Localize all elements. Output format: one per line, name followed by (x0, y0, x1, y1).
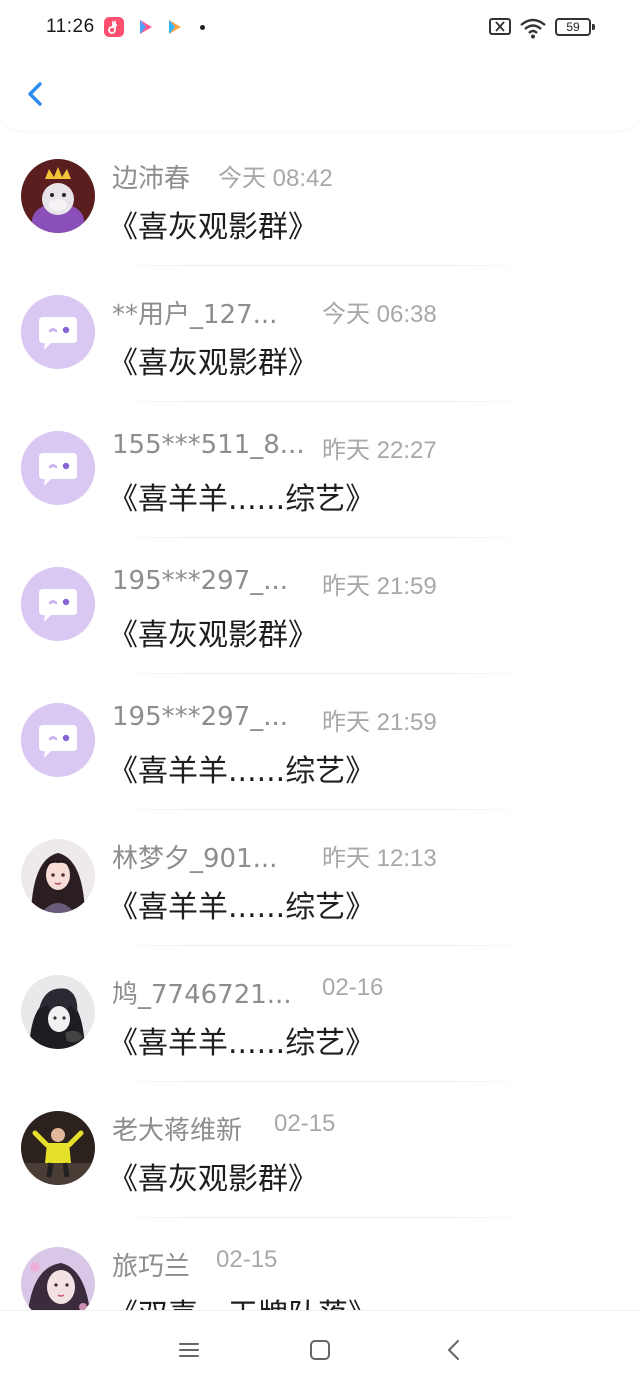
list-item[interactable]: 鸠_7746721... 02-16 《喜羊羊......综艺》 (0, 946, 640, 1082)
default-chat-avatar (21, 703, 95, 777)
message-preview: 《喜灰观影群》 (108, 210, 318, 245)
battery-tip (592, 24, 595, 30)
sender-name: 老大蒋维新 (112, 1116, 243, 1146)
home-button[interactable] (307, 1337, 333, 1363)
default-chat-avatar (21, 295, 95, 369)
photo-girl-avatar (21, 1247, 95, 1310)
message-time: 02-15 (216, 1246, 278, 1273)
message-preview: 《喜羊羊......综艺》 (108, 890, 376, 925)
play-icon (135, 17, 155, 37)
sender-name: 鸠_7746721... (112, 980, 292, 1010)
message-preview: 《喜羊羊......综艺》 (108, 482, 376, 517)
message-time: 昨天 21:59 (322, 709, 437, 736)
system-nav-bar (0, 1310, 640, 1387)
default-chat-avatar (21, 431, 95, 505)
douyin-icon (104, 17, 124, 37)
menu-button[interactable] (176, 1337, 202, 1363)
sender-name: 195***297_... (112, 566, 289, 596)
list-item[interactable]: 边沛春 今天 08:42 《喜灰观影群》 (0, 130, 640, 266)
menu-icon (179, 1343, 199, 1357)
play-icon (164, 17, 184, 37)
message-time: 昨天 12:13 (322, 845, 437, 872)
list-item[interactable]: 老大蒋维新 02-15 《喜灰观影群》 (0, 1082, 640, 1218)
home-square-icon (310, 1340, 330, 1360)
notification-dot (200, 25, 205, 30)
message-time: 昨天 22:27 (322, 437, 437, 464)
sender-name: 边沛春 (112, 164, 191, 194)
message-preview: 《喜羊羊......综艺》 (108, 1026, 376, 1061)
default-chat-avatar (21, 567, 95, 641)
chevron-left-icon (28, 82, 42, 106)
message-preview: 《喜羊羊......综艺》 (108, 754, 376, 789)
sender-name: 155***511_8... (112, 430, 305, 460)
status-bar: 11:26 59 (0, 0, 640, 56)
wifi-icon (519, 17, 547, 39)
back-triangle-icon (448, 1340, 459, 1360)
message-time: 02-15 (274, 1110, 336, 1137)
message-time: 02-16 (322, 974, 384, 1001)
anime-boy-avatar (21, 975, 95, 1049)
battery-indicator: 59 (555, 18, 591, 36)
photo-avatar (21, 1111, 95, 1185)
list-item[interactable]: 195***297_... 昨天 21:59 《喜羊羊......综艺》 (0, 674, 640, 810)
header (0, 56, 640, 130)
message-time: 今天 06:38 (322, 301, 437, 328)
cartoon-king-avatar (21, 159, 95, 233)
message-list: 边沛春 今天 08:42 《喜灰观影群》 **用户_127... 今天 06:3… (0, 130, 640, 1310)
sender-name: 林梦夕_901... (112, 844, 278, 874)
message-time: 今天 08:42 (218, 165, 333, 192)
sender-name: **用户_127... (112, 300, 278, 330)
sender-name: 旅巧兰 (112, 1252, 191, 1282)
list-item[interactable]: 155***511_8... 昨天 22:27 《喜羊羊......综艺》 (0, 402, 640, 538)
message-preview: 《喜灰观影群》 (108, 618, 318, 653)
sender-name: 195***297_... (112, 702, 289, 732)
system-back-button[interactable] (441, 1337, 467, 1363)
list-item[interactable]: **用户_127... 今天 06:38 《喜灰观影群》 (0, 266, 640, 402)
status-time: 11:26 (46, 16, 95, 37)
list-item[interactable]: 195***297_... 昨天 21:59 《喜灰观影群》 (0, 538, 640, 674)
message-time: 昨天 21:59 (322, 573, 437, 600)
anime-girl-avatar (21, 839, 95, 913)
message-preview: 《喜灰观影群》 (108, 346, 318, 381)
message-preview: 《喜灰观影群》 (108, 1162, 318, 1197)
back-button[interactable] (18, 74, 58, 114)
message-preview: 《双喜・王牌队落》 (108, 1290, 378, 1310)
no-sim-icon (489, 18, 511, 35)
list-item[interactable]: 林梦夕_901... 昨天 12:13 《喜羊羊......综艺》 (0, 810, 640, 946)
list-item[interactable]: 旅巧兰 02-15 《双喜・王牌队落》 (0, 1218, 640, 1310)
